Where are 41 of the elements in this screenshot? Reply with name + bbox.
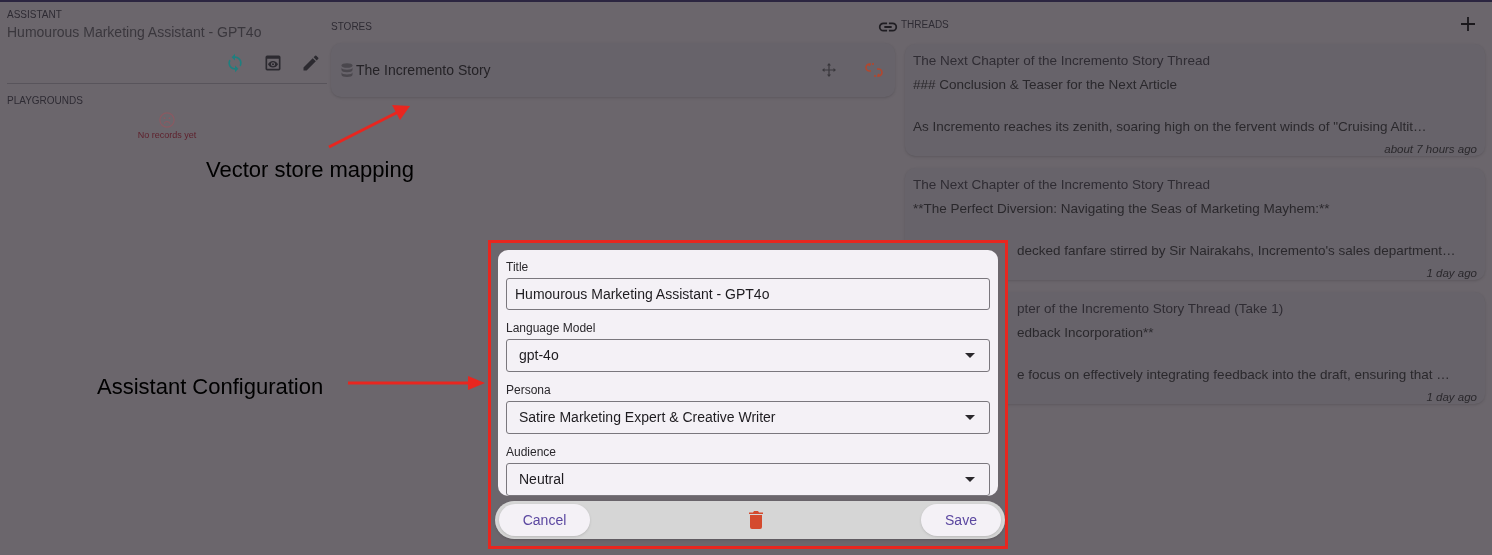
thread-title: pter of the Incremento Story Thread (Take 1) bbox=[1017, 300, 1284, 318]
thread-title: The Next Chapter of the Incremento Story Thread bbox=[913, 176, 1210, 194]
dropdown-caret-icon bbox=[965, 415, 975, 420]
thread-time: 1 day ago bbox=[1426, 265, 1477, 281]
field-label: Language Model bbox=[506, 320, 596, 337]
field-label: Persona bbox=[506, 382, 551, 399]
dropdown-caret-icon bbox=[965, 477, 975, 482]
empty-message: No records yet bbox=[137, 129, 197, 142]
move-icon[interactable] bbox=[822, 63, 836, 77]
section-label: THREADS bbox=[901, 17, 949, 32]
store-name: The Incremento Story bbox=[356, 60, 492, 80]
delete-icon[interactable] bbox=[748, 511, 763, 529]
thread-time: about 7 hours ago bbox=[1384, 141, 1477, 157]
dropdown-caret-icon bbox=[965, 353, 975, 358]
database-icon bbox=[341, 63, 353, 77]
link-icon[interactable] bbox=[877, 19, 899, 34]
thread-heading: edback Incorporation** bbox=[1017, 324, 1154, 343]
thread-heading: **The Perfect Diversion: Navigating the Seas of Marketing Mayhem:** bbox=[913, 200, 1330, 219]
section-label: ASSISTANT bbox=[7, 8, 62, 22]
thread-time: 1 day ago bbox=[1426, 389, 1477, 405]
thread-heading: ### Conclusion & Teaser for the Next Article bbox=[913, 76, 1177, 95]
thread-excerpt: e focus on effectively integrating feedback into the draft, ensuring that … bbox=[1017, 365, 1450, 384]
sad-face-icon bbox=[158, 111, 176, 129]
text-field[interactable]: Humourous Marketing Assistant - GPT4o bbox=[506, 278, 990, 310]
thread-excerpt: decked fanfare stirred by Sir Nairakahs, Incremento's sales department… bbox=[1017, 241, 1456, 260]
section-label: STORES bbox=[331, 20, 372, 34]
field-label: Audience bbox=[506, 444, 557, 461]
section-label: PLAYGROUNDS bbox=[7, 94, 83, 108]
select-field[interactable]: Neutral bbox=[506, 463, 990, 496]
edit-icon[interactable] bbox=[301, 53, 321, 73]
thread-title: The Next Chapter of the Incremento Story Thread bbox=[913, 52, 1210, 70]
annotation-text: Vector store mapping bbox=[206, 156, 414, 184]
thread-excerpt: As Incremento reaches its zenith, soaring high on the fervent winds of "Cruising Altit… bbox=[913, 117, 1427, 136]
save-button[interactable]: Save bbox=[921, 504, 1001, 536]
select-field[interactable]: Satire Marketing Expert & Creative Writer bbox=[506, 401, 990, 434]
annotation-text: Assistant Configuration bbox=[97, 373, 324, 401]
select-field[interactable]: gpt-4o bbox=[506, 339, 990, 372]
add-icon[interactable] bbox=[1460, 16, 1476, 32]
preview-icon[interactable] bbox=[263, 53, 283, 73]
cancel-button[interactable]: Cancel bbox=[499, 504, 590, 536]
field-label: Title bbox=[506, 259, 529, 276]
